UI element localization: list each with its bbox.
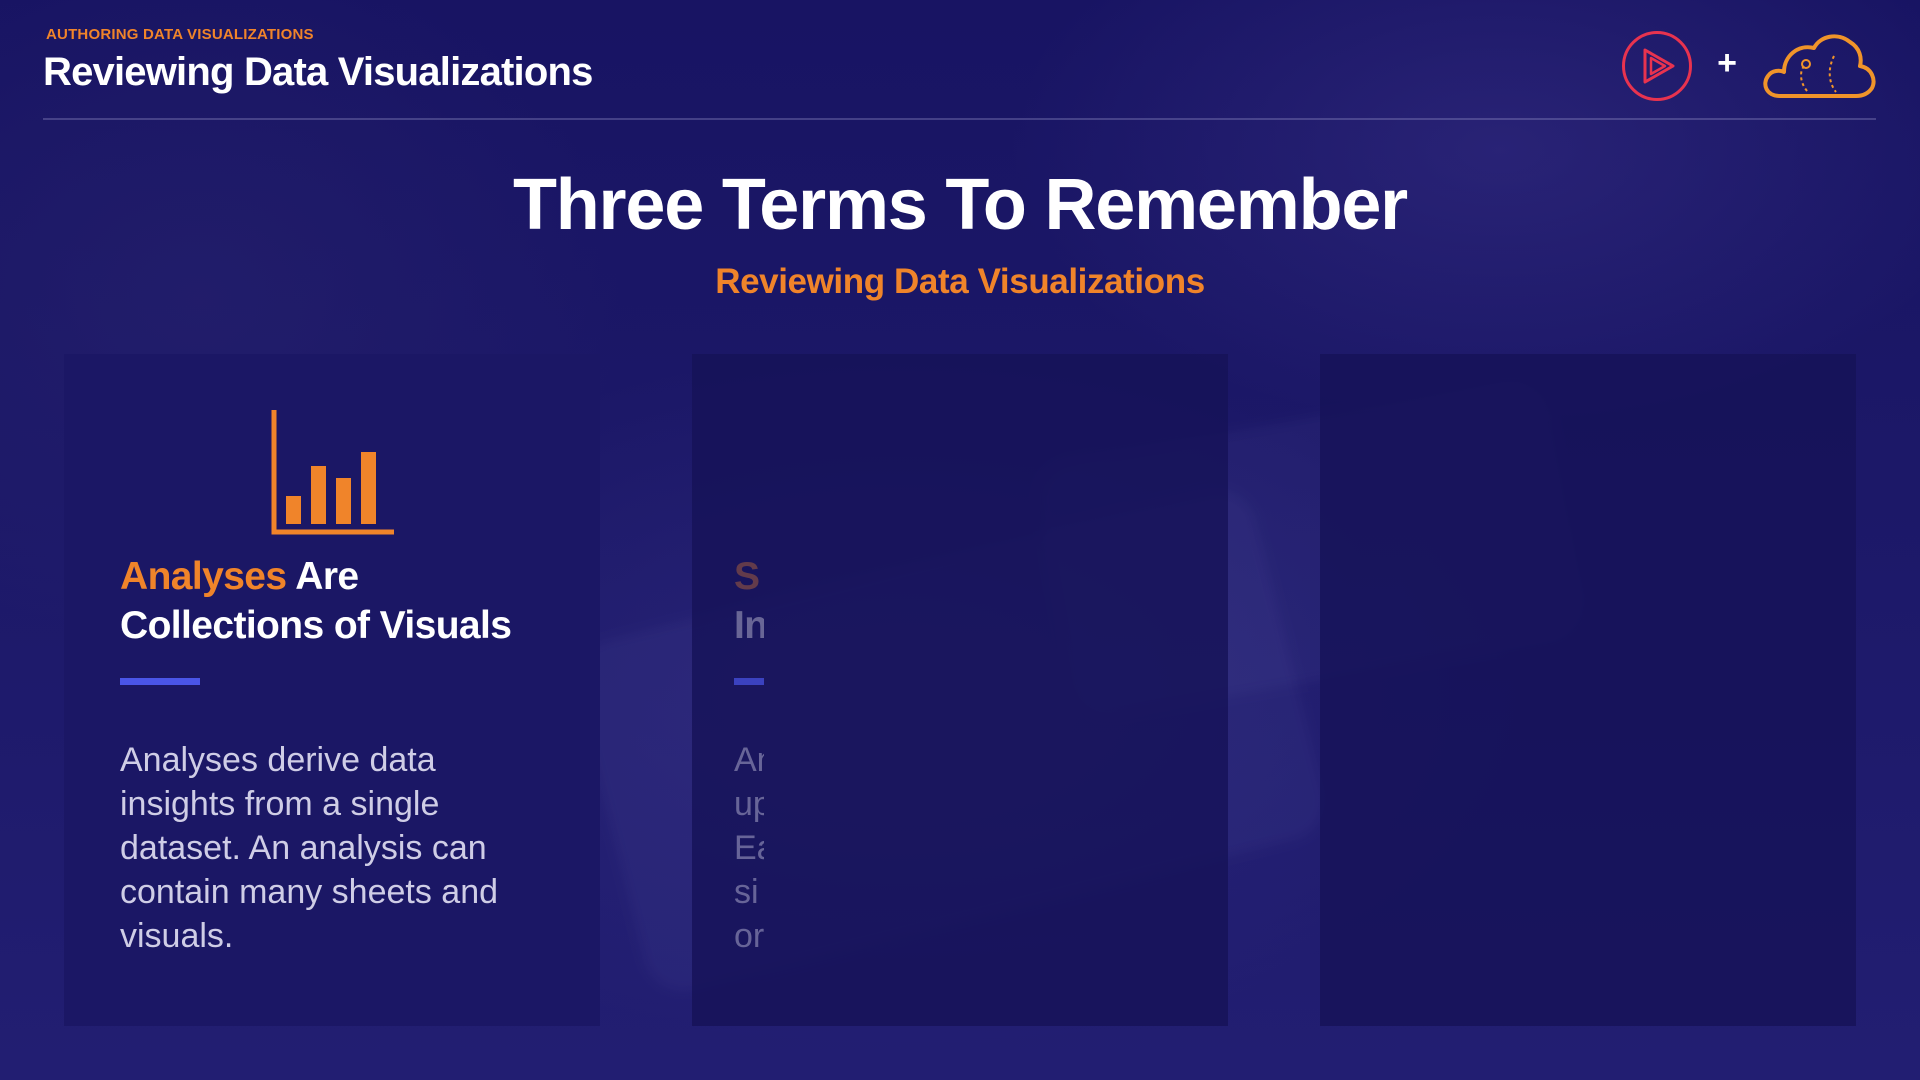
card-2-body-line: Ea	[734, 829, 764, 867]
card-accent-rule	[120, 678, 200, 685]
slide-title: Three Terms To Remember	[512, 165, 1408, 245]
card-2-accent-rule	[734, 678, 764, 685]
card-2-body-line: up	[734, 785, 764, 823]
card-heading: Analyses Are Collections of Visuals	[120, 552, 560, 650]
header-kicker: AUTHORING DATA VISUALIZATIONS	[46, 26, 314, 43]
slide-subtitle: Reviewing Data Visualizations	[715, 262, 1205, 301]
card-body: Analyses derive data insights from a sin…	[120, 741, 499, 955]
card-2-body-line: An	[734, 741, 764, 779]
card-2-body-reveal: An up Ea si or	[734, 738, 764, 968]
header-title: Reviewing Data Visualizations	[43, 50, 593, 94]
term-card-2: S In An up Ea si or	[692, 354, 1228, 1026]
cloud-logo-icon	[1758, 26, 1878, 104]
card-heading-line2: Collections of Visuals	[120, 604, 512, 647]
term-card-3	[1320, 354, 1856, 1026]
bar-chart-icon	[268, 408, 396, 536]
card-2-reveal: S In	[734, 552, 764, 692]
slide-stage: AUTHORING DATA VISUALIZATIONS Reviewing …	[0, 0, 1920, 1080]
card-2-heading-line1: S	[734, 555, 760, 598]
card-2-heading-line2: In	[734, 604, 764, 647]
card-heading-accent: Analyses	[120, 555, 287, 598]
header-divider	[43, 118, 1876, 120]
card-2-body-line: or	[734, 917, 764, 955]
card-2-body-line: si	[734, 873, 759, 911]
plus-sign: +	[1717, 44, 1737, 82]
play-logo-icon	[1622, 31, 1692, 101]
card-heading-rest: Are	[286, 555, 359, 598]
term-card-analyses: Analyses Are Collections of Visuals Anal…	[64, 354, 600, 1026]
